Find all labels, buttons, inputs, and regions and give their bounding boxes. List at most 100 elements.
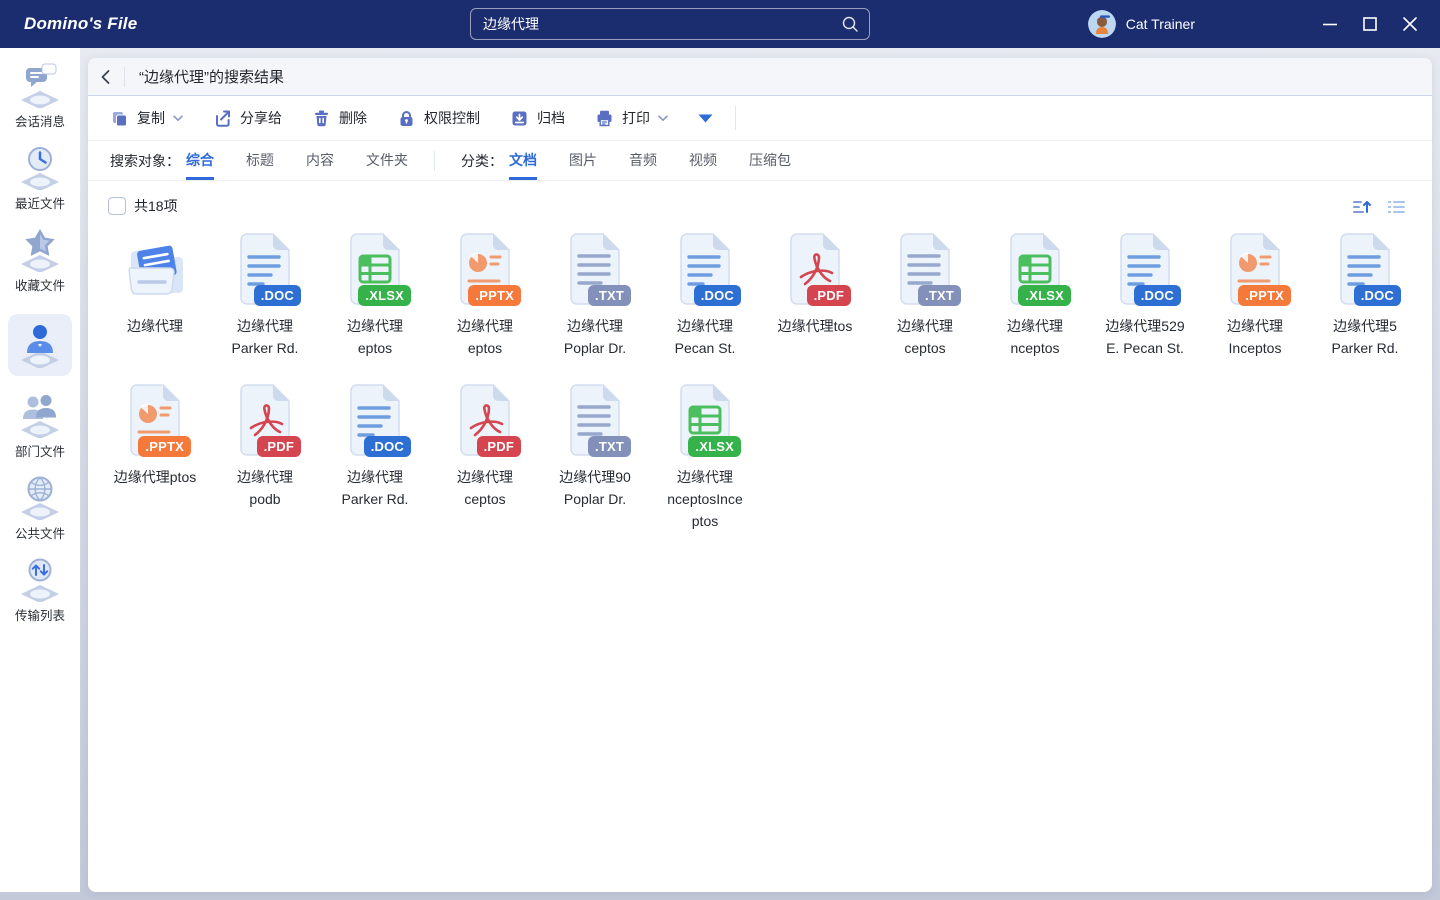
close-button[interactable]	[1390, 0, 1430, 48]
doc-file-icon: .DOC	[673, 232, 737, 306]
file-item[interactable]: .XLSX 边缘代理nceptosInceptos	[650, 383, 760, 532]
list-header: 共18项	[88, 181, 1432, 216]
sort-ascending-icon[interactable]	[1352, 196, 1372, 216]
file-item[interactable]: .PDF 边缘代理ceptos	[430, 383, 540, 510]
file-item[interactable]: .XLSX边缘代理eptos	[320, 232, 430, 359]
file-type-badge: .DOC	[1354, 285, 1401, 306]
folder-icon	[119, 232, 191, 306]
tool-label: 权限控制	[424, 108, 480, 128]
file-item[interactable]: .DOC 边缘代理Pecan St.	[650, 232, 760, 359]
file-name: 边缘代理ceptos	[457, 466, 513, 510]
file-item[interactable]: .PDF边缘代理podb	[210, 383, 320, 510]
sidebar-item-最近文件[interactable]: 最近文件	[0, 144, 80, 212]
file-item[interactable]: .TXT 边缘代理90Poplar Dr.	[540, 383, 650, 510]
list-view-icon[interactable]	[1386, 196, 1406, 216]
sidebar-item-收藏文件[interactable]: 收藏文件	[0, 226, 80, 294]
sidebar-item-传输列表[interactable]: 传输列表	[0, 556, 80, 624]
trash-icon	[312, 109, 331, 128]
sidebar-item-会话消息[interactable]: 会话消息	[0, 62, 80, 130]
file-item[interactable]: .PPTX边缘代理ptos	[100, 383, 210, 488]
sidebar-item-label: 部门文件	[15, 441, 65, 460]
txt-file-icon: .TXT	[563, 383, 627, 457]
file-item[interactable]: .TXT 边缘代理ceptos	[870, 232, 980, 359]
sidebar-item-部门文件[interactable]: 部门文件	[0, 392, 80, 460]
file-type-badge: .PPTX	[1238, 285, 1291, 306]
lock-icon	[397, 109, 416, 128]
file-name: 边缘代理5Parker Rd.	[1332, 315, 1399, 359]
sidebar-item-selected[interactable]	[0, 314, 80, 376]
file-name: 边缘代理Parker Rd.	[232, 315, 299, 359]
search-icon[interactable]	[841, 15, 859, 33]
globe-icon	[17, 474, 63, 520]
filter-divider	[434, 151, 435, 171]
file-type-badge: .PPTX	[138, 436, 191, 457]
search-scope-label: 搜索对象：	[110, 141, 180, 180]
sidebar: 会话消息最近文件收藏文件部门文件公共文件传输列表	[0, 48, 80, 892]
back-button[interactable]	[88, 58, 124, 96]
file-name: 边缘代理ceptos	[897, 315, 953, 359]
file-item[interactable]: .PDF边缘代理tos	[760, 232, 870, 337]
window-controls	[1310, 0, 1430, 48]
file-name: 边缘代理529E. Pecan St.	[1105, 315, 1184, 359]
sidebar-item-公共文件[interactable]: 公共文件	[0, 474, 80, 542]
folder-item[interactable]: 边缘代理	[100, 232, 210, 337]
category-tab[interactable]: 图片	[569, 141, 597, 180]
file-type-badge: .DOC	[694, 285, 741, 306]
file-type-badge: .DOC	[254, 285, 301, 306]
category-tab[interactable]: 视频	[689, 141, 717, 180]
print-icon	[595, 109, 614, 128]
print-button[interactable]: 打印	[595, 108, 668, 128]
file-type-badge: .TXT	[918, 285, 961, 306]
scope-tab[interactable]: 内容	[306, 141, 334, 180]
file-item[interactable]: .DOC边缘代理529E. Pecan St.	[1090, 232, 1200, 359]
chevron-down-icon	[173, 115, 183, 122]
people-icon	[17, 392, 63, 438]
scope-tab[interactable]: 综合	[186, 141, 214, 180]
file-name: 边缘代理Pecan St.	[675, 315, 736, 359]
file-item[interactable]: .DOC 边缘代理Parker Rd.	[210, 232, 320, 359]
file-item[interactable]: .DOC 边缘代理5Parker Rd.	[1310, 232, 1420, 359]
file-name: 边缘代理90Poplar Dr.	[559, 466, 631, 510]
xlsx-file-icon: .XLSX	[673, 383, 737, 457]
copy-button[interactable]: 复制	[110, 108, 183, 128]
file-item[interactable]: .DOC 边缘代理Parker Rd.	[320, 383, 430, 510]
search-input[interactable]	[471, 9, 841, 39]
file-type-badge: .PPTX	[468, 285, 521, 306]
file-item[interactable]: .PPTX 边缘代理Inceptos	[1200, 232, 1310, 359]
file-type-badge: .PDF	[477, 436, 521, 457]
toolbar: 复制 分享给 删除 权限控制 归档 打印	[88, 96, 1432, 141]
file-item[interactable]: .XLSX边缘代理nceptos	[980, 232, 1090, 359]
lock-button[interactable]: 权限控制	[397, 108, 480, 128]
scope-tab[interactable]: 文件夹	[366, 141, 408, 180]
category-tab[interactable]: 音频	[629, 141, 657, 180]
maximize-button[interactable]	[1350, 0, 1390, 48]
minimize-button[interactable]	[1310, 0, 1350, 48]
avatar[interactable]	[1088, 10, 1116, 38]
pptx-file-icon: .PPTX	[123, 383, 187, 457]
select-all-checkbox[interactable]	[108, 197, 126, 215]
sidebar-item-label: 公共文件	[15, 523, 65, 542]
share-button[interactable]: 分享给	[213, 108, 282, 128]
category-tabs: 文档图片音频视频压缩包	[509, 141, 823, 180]
scope-tab[interactable]: 标题	[246, 141, 274, 180]
more-actions-button[interactable]	[698, 114, 713, 123]
txt-file-icon: .TXT	[563, 232, 627, 306]
file-name: 边缘代理eptos	[457, 315, 513, 359]
file-item[interactable]: .PPTX 边缘代理eptos	[430, 232, 540, 359]
trash-button[interactable]: 删除	[312, 108, 367, 128]
category-tab[interactable]: 压缩包	[749, 141, 791, 180]
category-label: 分类：	[461, 141, 503, 180]
file-name: 边缘代理Inceptos	[1227, 315, 1283, 359]
file-name: 边缘代理Parker Rd.	[342, 466, 409, 510]
category-tab[interactable]: 文档	[509, 141, 537, 180]
panel-header: “边缘代理”的搜索结果	[88, 58, 1432, 96]
toolbar-divider	[735, 106, 736, 130]
file-name: 边缘代理nceptosInceptos	[667, 466, 743, 532]
search-box	[470, 8, 870, 40]
doc-file-icon: .DOC	[233, 232, 297, 306]
file-type-badge: .XLSX	[1018, 285, 1071, 306]
file-type-badge: .TXT	[588, 436, 631, 457]
archive-button[interactable]: 归档	[510, 108, 565, 128]
file-item[interactable]: .TXT边缘代理Poplar Dr.	[540, 232, 650, 359]
doc-file-icon: .DOC	[343, 383, 407, 457]
